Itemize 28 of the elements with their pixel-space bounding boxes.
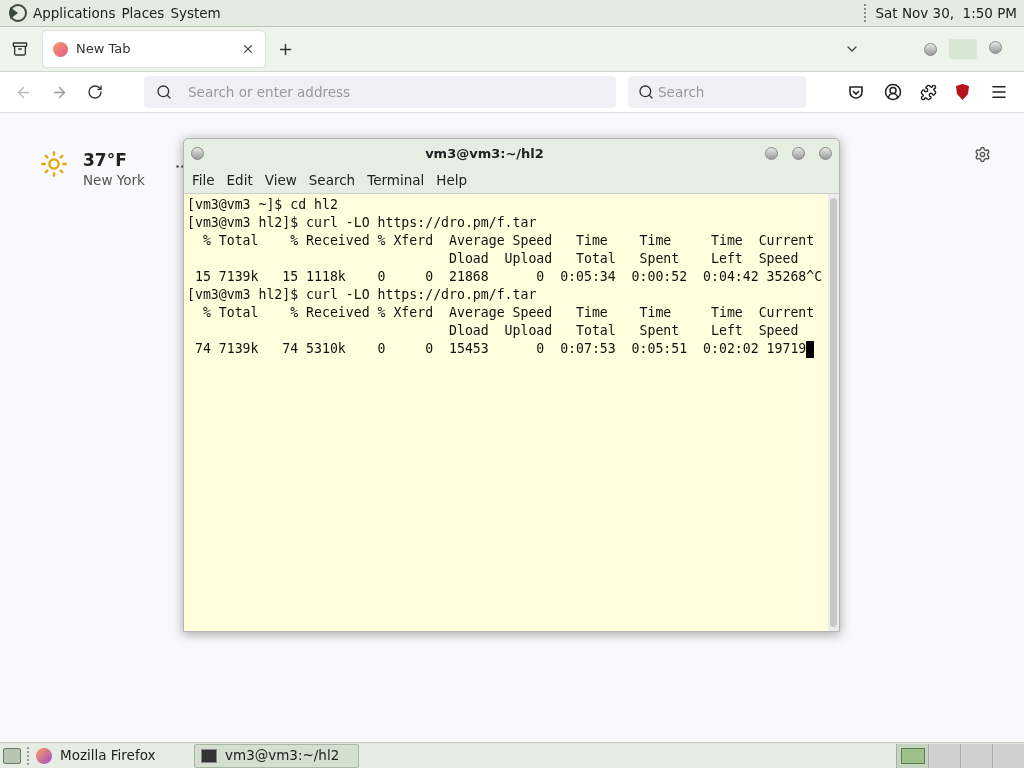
menu-item[interactable]: Terminal: [361, 170, 431, 191]
menu-item[interactable]: File: [186, 170, 221, 191]
terminal-line: 74 7139k 74 5310k 0 0 15453 0 0:07:53 0:05:51 0:02:02 19719: [193, 340, 807, 358]
address-field[interactable]: Search or enter address: [144, 76, 616, 108]
terminal-line: % Total % Received % Xferd Average Speed Time Time Time Current: [201, 304, 815, 322]
city-name: New York: [83, 171, 145, 190]
terminal-line: [vm3@vm3 ~]$ cd hl2: [187, 196, 338, 214]
browser-tab[interactable]: New Tab: [43, 31, 265, 67]
panel-menu[interactable]: Applications: [33, 2, 116, 24]
taskbar-item[interactable]: Mozilla Firefox: [29, 743, 194, 768]
search-field[interactable]: Search: [628, 76, 806, 108]
terminal-line: Dload Upload Total Spent Left Speed: [448, 322, 799, 340]
terminal-line: % Total % Received % Xferd Average Speed Time Time Time Current: [201, 232, 815, 250]
temperature: 37°F: [83, 150, 128, 170]
terminal-line: [vm3@vm3 hl2]$ curl -LO https://dro.pm/f.tar: [187, 214, 537, 232]
menu-item[interactable]: Search: [302, 170, 362, 191]
clock[interactable]: Sat Nov 30, 1:50 PM: [875, 2, 1017, 24]
terminal-line: Dload Upload Total Spent Left Speed: [448, 250, 799, 268]
menu-item[interactable]: View: [258, 170, 303, 191]
panel-menu[interactable]: Places: [121, 2, 165, 24]
terminal-line: 15 7139k 15 1118k 0 0 21868 0 0:05:34 0:00:52 0:04:42 35268^C: [193, 268, 823, 286]
tab-title: New Tab: [76, 40, 132, 59]
window-title: vm3@vm3:~/hl2: [424, 144, 545, 163]
menu-item[interactable]: Help: [430, 170, 474, 191]
terminal-line: [vm3@vm3 hl2]$ curl -LO https://dro.pm/f.tar: [187, 286, 537, 304]
panel-menu[interactable]: System: [170, 2, 221, 24]
menu-item[interactable]: Edit: [220, 170, 259, 191]
taskbar-item[interactable]: vm3@vm3:~/hl2: [194, 743, 359, 768]
